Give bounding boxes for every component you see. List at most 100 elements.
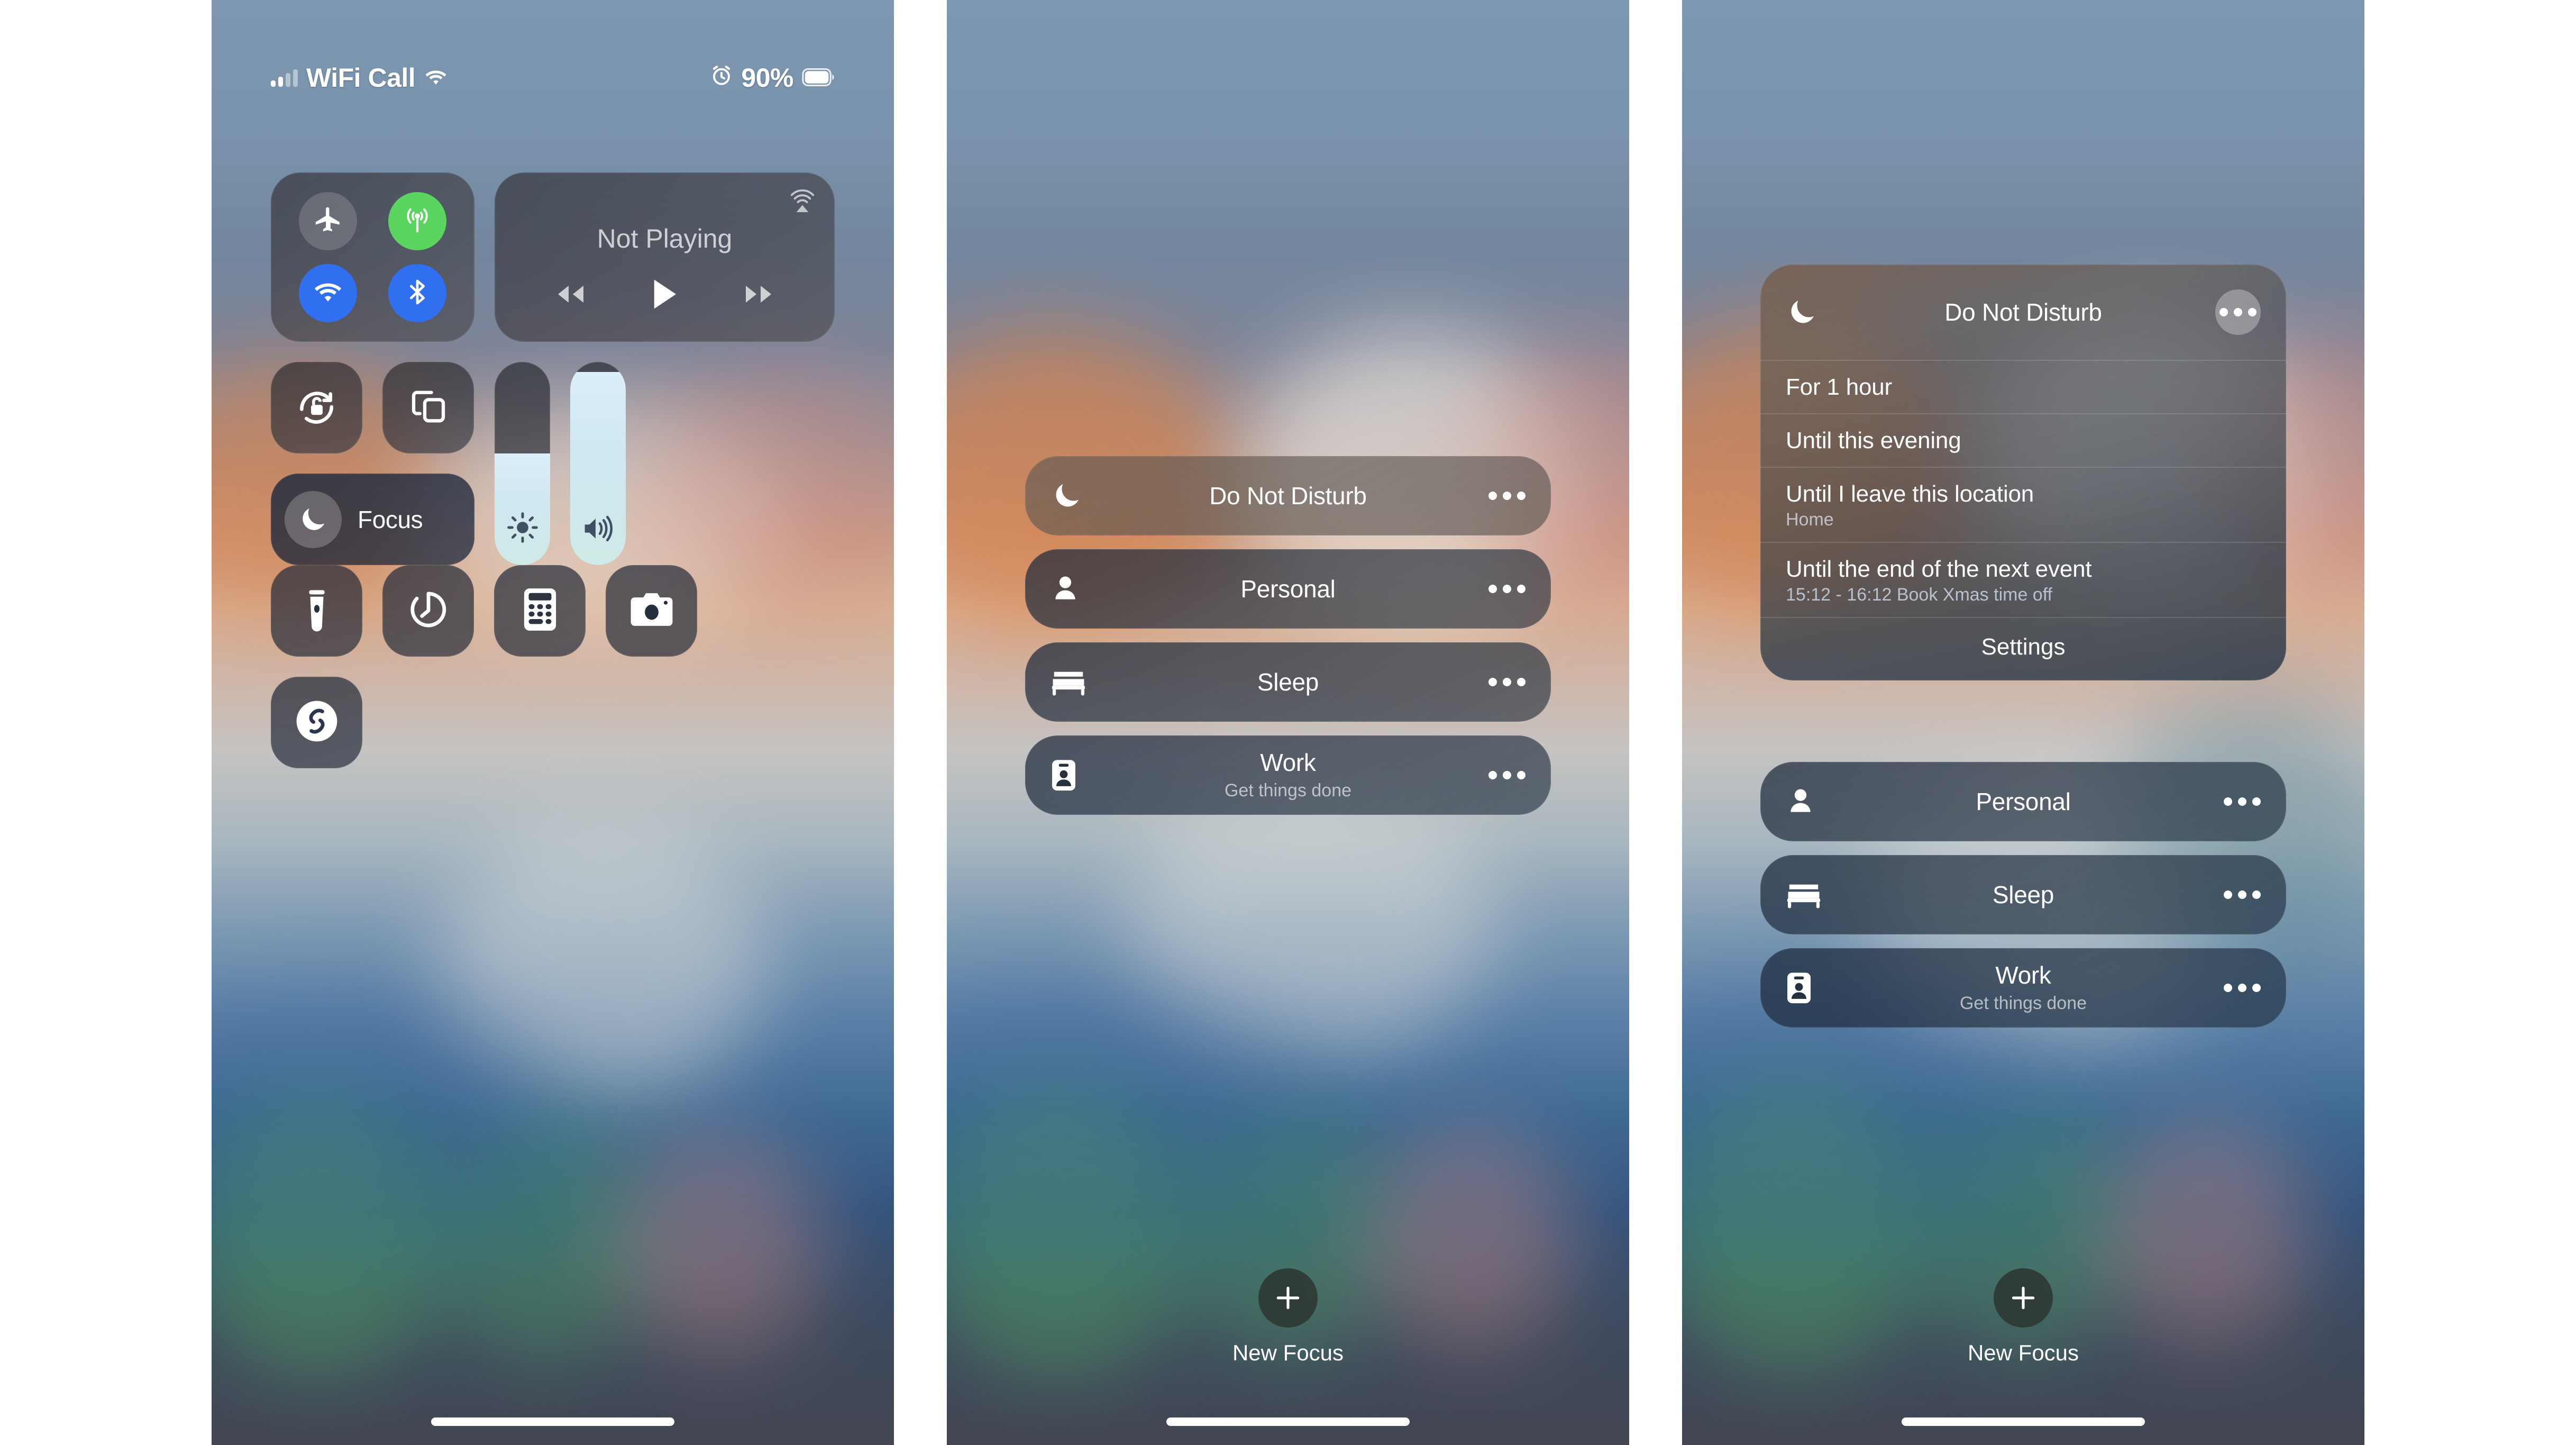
rotation-lock-icon xyxy=(294,383,340,432)
brightness-icon xyxy=(495,511,550,544)
volume-slider[interactable] xyxy=(570,362,626,565)
focus-card-personal[interactable]: Personal xyxy=(1760,762,2286,841)
airplane-icon xyxy=(313,205,343,238)
ellipsis-icon[interactable] xyxy=(2210,984,2261,992)
bed-icon xyxy=(1051,667,1101,697)
dnd-option-until-this-evening[interactable]: Until this evening xyxy=(1760,414,2286,468)
dnd-option-subtitle: Home xyxy=(1786,510,1834,530)
flashlight-button[interactable] xyxy=(271,565,362,657)
focus-card-title: Work xyxy=(1260,749,1316,777)
moon-icon xyxy=(285,490,342,548)
phone-panel-focus-list: Do Not Disturb Personal Sleep Work Get t… xyxy=(947,0,1629,1445)
cellular-data-toggle[interactable] xyxy=(388,192,446,250)
ellipsis-icon[interactable] xyxy=(2210,289,2261,335)
dnd-option-until-the-end-of-the-next-event[interactable]: Until the end of the next event 15:12 - … xyxy=(1760,543,2286,618)
cellular-bars-icon xyxy=(271,69,298,87)
home-indicator[interactable] xyxy=(431,1417,674,1426)
dnd-title: Do Not Disturb xyxy=(1944,298,2102,326)
play-icon[interactable] xyxy=(650,277,679,314)
ellipsis-icon[interactable] xyxy=(2210,890,2261,899)
screenshot-stage: WiFi Call 90% Not Playing Focus Do Not D… xyxy=(0,0,2576,1445)
shazam-button[interactable] xyxy=(271,677,362,768)
home-indicator[interactable] xyxy=(1902,1417,2145,1426)
dnd-header[interactable]: Do Not Disturb xyxy=(1760,265,2286,361)
fast-forward-icon[interactable] xyxy=(740,281,777,310)
focus-card-subtitle: Get things done xyxy=(1224,780,1352,801)
phone-panel-control-center: WiFi Call 90% Not Playing Focus xyxy=(212,0,894,1445)
control-center-grid: Not Playing Focus xyxy=(271,172,835,788)
battery-percent-label: 90% xyxy=(741,63,793,93)
bluetooth-toggle[interactable] xyxy=(388,264,446,322)
focus-card-title: Personal xyxy=(1240,575,1336,603)
focus-card-title: Sleep xyxy=(1257,668,1319,696)
focus-card-work[interactable]: Work Get things done xyxy=(1760,948,2286,1028)
airplay-icon[interactable] xyxy=(788,188,817,220)
shazam-icon xyxy=(291,696,342,749)
focus-card-personal[interactable]: Personal xyxy=(1025,549,1551,629)
focus-card-do-not-disturb[interactable]: Do Not Disturb xyxy=(1025,456,1551,535)
moon-icon xyxy=(1051,479,1101,512)
media-player-module[interactable]: Not Playing xyxy=(495,172,835,342)
plus-icon xyxy=(1258,1268,1318,1328)
new-focus-button[interactable]: New Focus xyxy=(1682,1268,2364,1366)
wifi-icon xyxy=(424,62,448,93)
focus-list: Personal Sleep Work Get things done xyxy=(1760,762,2286,1041)
ellipsis-icon[interactable] xyxy=(2210,797,2261,806)
ellipsis-icon[interactable] xyxy=(1475,678,1525,686)
person-icon xyxy=(1786,785,1837,818)
moon-icon xyxy=(1786,296,1837,329)
badge-icon xyxy=(1051,758,1101,793)
connectivity-module[interactable] xyxy=(271,172,474,342)
dnd-option-title: Until this evening xyxy=(1786,428,1961,453)
focus-card-title: Sleep xyxy=(1992,880,2054,908)
ellipsis-icon[interactable] xyxy=(1475,585,1525,593)
phone-panel-dnd-expanded: Do Not Disturb For 1 hour Until this eve… xyxy=(1682,0,2364,1445)
media-title: Not Playing xyxy=(597,224,733,253)
camera-button[interactable] xyxy=(606,565,697,657)
focus-card-sleep[interactable]: Sleep xyxy=(1025,642,1551,722)
ellipsis-icon[interactable] xyxy=(1475,771,1525,779)
carrier-label: WiFi Call xyxy=(306,63,416,93)
wifi-icon xyxy=(313,280,343,307)
rotation-lock-button[interactable] xyxy=(271,362,362,453)
dnd-option-subtitle: 15:12 - 16:12 Book Xmas time off xyxy=(1786,585,2052,605)
focus-card-work[interactable]: Work Get things done xyxy=(1025,735,1551,815)
dnd-option-for-1-hour[interactable]: For 1 hour xyxy=(1760,361,2286,414)
new-focus-label: New Focus xyxy=(1232,1340,1344,1365)
person-icon xyxy=(1051,572,1101,605)
focus-card-title: Work xyxy=(1995,961,2051,989)
rewind-icon[interactable] xyxy=(552,281,589,310)
timer-icon xyxy=(407,588,450,634)
wifi-toggle[interactable] xyxy=(299,264,358,322)
focus-card-title: Do Not Disturb xyxy=(1209,481,1367,510)
home-indicator[interactable] xyxy=(1166,1417,1410,1426)
focus-card-title: Personal xyxy=(1976,787,2071,815)
focus-card-sleep[interactable]: Sleep xyxy=(1760,855,2286,934)
screen-mirroring-button[interactable] xyxy=(382,362,474,453)
new-focus-label: New Focus xyxy=(1967,1340,2079,1365)
wallpaper xyxy=(1682,0,2364,1445)
dnd-settings-button[interactable]: Settings xyxy=(1760,618,2286,680)
dnd-option-title: For 1 hour xyxy=(1786,374,1892,400)
dnd-expanded-card: Do Not Disturb For 1 hour Until this eve… xyxy=(1760,265,2286,680)
focus-tile-label: Focus xyxy=(358,505,423,533)
cellular-antenna-icon xyxy=(401,204,434,239)
dnd-option-until-i-leave-this-location[interactable]: Until I leave this location Home xyxy=(1760,468,2286,543)
dnd-option-title: Until the end of the next event xyxy=(1786,556,2092,582)
calculator-button[interactable] xyxy=(494,565,586,657)
camera-icon xyxy=(629,590,674,632)
focus-tile[interactable]: Focus xyxy=(271,474,474,565)
badge-icon xyxy=(1786,970,1837,1005)
new-focus-button[interactable]: New Focus xyxy=(947,1268,1629,1366)
brightness-slider[interactable] xyxy=(495,362,550,565)
ellipsis-icon[interactable] xyxy=(1475,492,1525,500)
airplane-mode-toggle[interactable] xyxy=(299,192,358,250)
timer-button[interactable] xyxy=(382,565,474,657)
bed-icon xyxy=(1786,879,1837,910)
bluetooth-icon xyxy=(403,277,432,310)
status-bar: WiFi Call 90% xyxy=(212,62,894,93)
alarm-clock-icon xyxy=(710,62,733,93)
screen-mirroring-icon xyxy=(406,384,451,431)
flashlight-icon xyxy=(298,586,336,635)
focus-card-subtitle: Get things done xyxy=(1959,993,2087,1013)
